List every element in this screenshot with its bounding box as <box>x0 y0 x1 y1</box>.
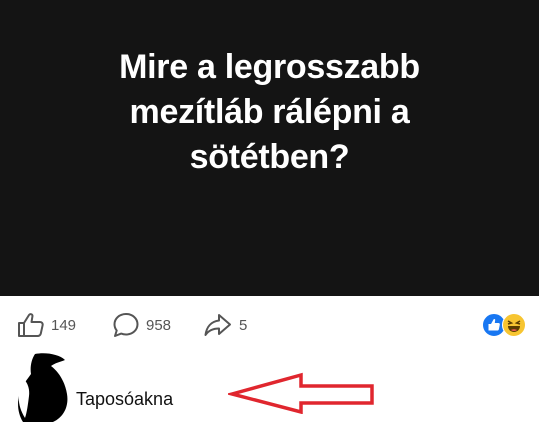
comment-button[interactable]: 958 <box>112 312 171 338</box>
like-button[interactable]: 149 <box>17 312 76 338</box>
avatar[interactable] <box>13 352 73 422</box>
haha-reaction-icon <box>502 313 526 337</box>
share-arrow-icon <box>204 314 231 336</box>
reactions-summary[interactable] <box>482 313 528 337</box>
share-count: 5 <box>239 316 248 334</box>
share-button[interactable]: 5 <box>203 312 247 338</box>
comment-author-name[interactable]: Taposóakna <box>76 389 173 410</box>
comment-count: 958 <box>146 316 172 334</box>
post-image[interactable]: Mire a legrosszabb mezítláb rálépni a sö… <box>0 0 539 296</box>
like-count: 149 <box>51 316 77 334</box>
thumbs-up-icon <box>18 313 44 337</box>
action-bar: 149 958 5 <box>0 296 539 356</box>
comment-bubble-icon <box>113 313 139 337</box>
red-arrow-icon <box>228 372 374 414</box>
post-text: Mire a legrosszabb mezítláb rálépni a sö… <box>119 48 420 176</box>
